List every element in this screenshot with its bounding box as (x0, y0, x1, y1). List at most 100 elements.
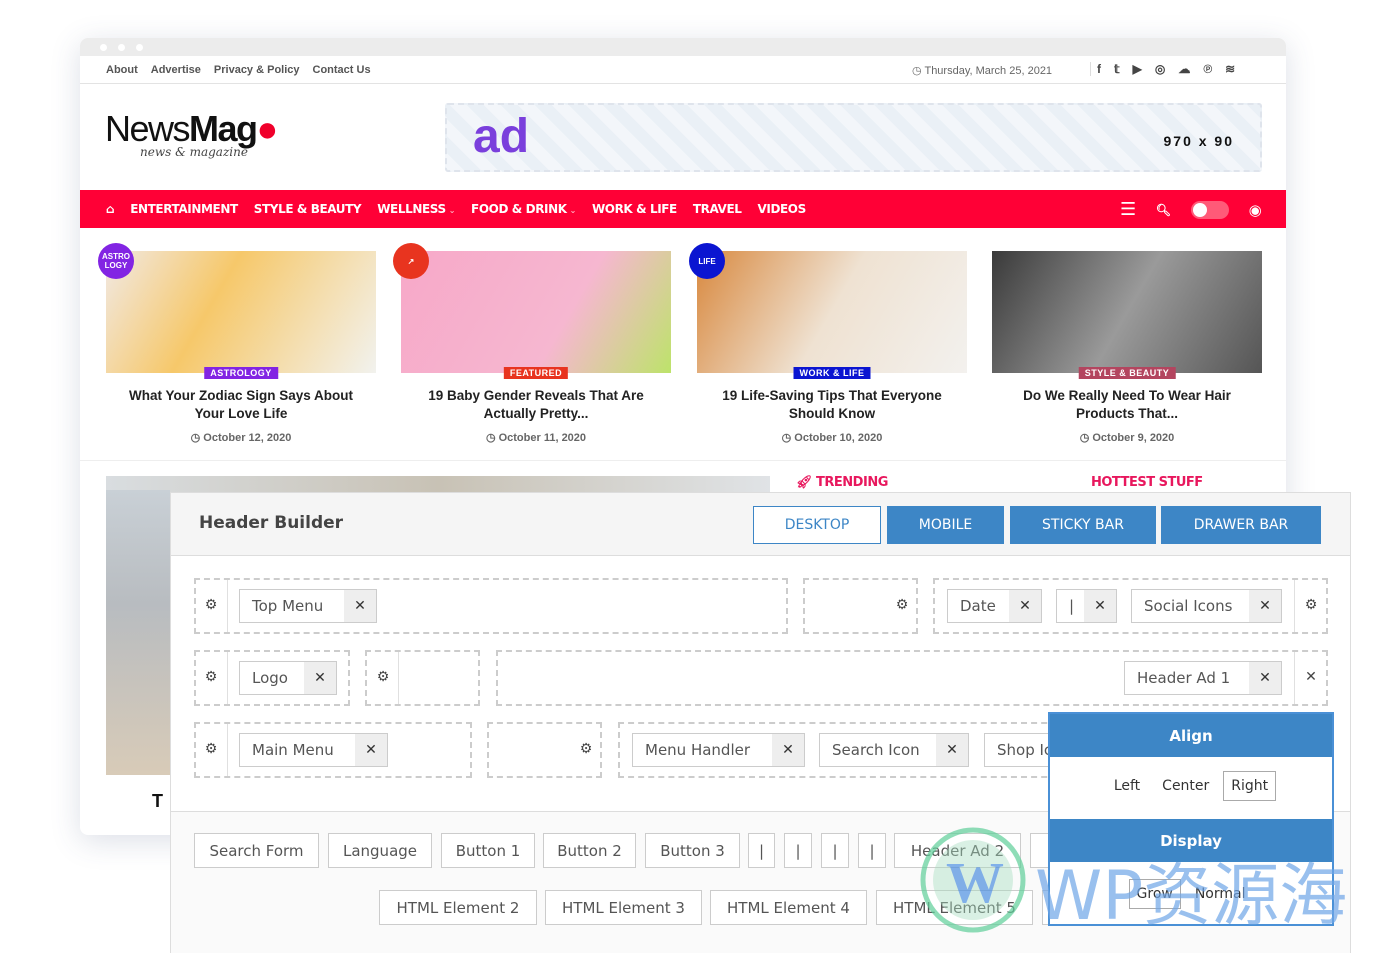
nav-item[interactable]: FOOD & DRINK ⌄ (471, 202, 576, 216)
nav-item[interactable]: TRAVEL (693, 202, 742, 216)
gear-icon[interactable]: ⚙ (202, 597, 220, 613)
category-badge[interactable]: ASTROLOGY (204, 367, 278, 379)
gear-icon[interactable]: ⚙ (202, 669, 220, 685)
article-card[interactable]: STYLE & BEAUTY Do We Really Need To Wear … (992, 251, 1262, 444)
tab-mobile[interactable]: MOBILE (887, 506, 1004, 544)
instagram-icon[interactable]: ◎ (1155, 62, 1165, 76)
drop-zone[interactable]: ⚙ (487, 722, 602, 778)
window-dot[interactable] (118, 44, 125, 51)
gear-icon[interactable]: ⚙ (202, 741, 220, 757)
element-chip[interactable]: Search Icon ✕ (819, 733, 969, 767)
window-dot[interactable] (100, 44, 107, 51)
article-image[interactable]: STYLE & BEAUTY (992, 251, 1262, 379)
drop-zone[interactable]: ⚙ (803, 578, 918, 634)
available-element[interactable]: Button 2 (543, 833, 636, 868)
gear-icon[interactable]: ⚙ (577, 741, 595, 757)
soundcloud-icon[interactable]: ☁ (1178, 62, 1190, 76)
window-dot[interactable] (136, 44, 143, 51)
category-badge[interactable]: STYLE & BEAUTY (1078, 367, 1176, 379)
available-element[interactable]: HTML Element 2 (379, 890, 537, 925)
hamburger-menu-icon[interactable]: ☰ (1120, 199, 1136, 220)
tab-sticky-bar[interactable]: STICKY BAR (1010, 506, 1156, 544)
drop-zone[interactable]: Date ✕ | ✕ Social Icons ✕ ⚙ (933, 578, 1328, 634)
category-badge[interactable]: WORK & LIFE (793, 367, 871, 379)
youtube-icon[interactable]: ▶ (1133, 62, 1142, 76)
article-card[interactable]: ↗ FEATURED 19 Baby Gender Reveals That Are… (393, 243, 671, 444)
close-icon[interactable]: ✕ (355, 734, 387, 766)
dark-mode-toggle[interactable] (1190, 200, 1229, 219)
element-chip[interactable]: Date ✕ (947, 589, 1042, 623)
close-icon[interactable]: ✕ (936, 734, 968, 766)
top-link[interactable]: Contact Us (313, 64, 371, 76)
element-chip[interactable]: Menu Handler ✕ (632, 733, 805, 767)
close-icon[interactable]: ✕ (344, 590, 376, 622)
nav-item[interactable]: WORK & LIFE (592, 202, 677, 216)
category-badge[interactable]: FEATURED (503, 367, 569, 379)
article-image[interactable]: ASTRO LOGY ASTROLOGY (98, 243, 376, 379)
search-icon[interactable]: 🔍︎ (1156, 203, 1171, 217)
close-icon[interactable]: ✕ (1084, 590, 1116, 622)
available-element[interactable]: Search Form (194, 833, 319, 868)
top-link[interactable]: Privacy & Policy (214, 64, 300, 76)
available-element[interactable]: Language (328, 833, 432, 868)
element-chip[interactable]: Top Menu ✕ (239, 589, 377, 623)
home-icon[interactable]: ⌂ (106, 202, 115, 216)
drop-zone[interactable]: Header Ad 1 ✕ ✕ (496, 650, 1328, 706)
nav-item[interactable]: WELLNESS ⌄ (377, 202, 455, 216)
gear-icon[interactable]: ⚙ (1302, 597, 1320, 613)
top-link[interactable]: Advertise (151, 64, 201, 76)
article-title[interactable]: 19 Life-Saving Tips That Everyone Should… (697, 387, 967, 423)
close-icon[interactable]: ✕ (1249, 662, 1281, 694)
tab-desktop[interactable]: DESKTOP (753, 506, 881, 544)
nav-item[interactable]: VIDEOS (758, 202, 807, 216)
available-element[interactable]: | (748, 833, 775, 868)
rss-icon[interactable]: ≋ (1225, 62, 1235, 76)
article-image[interactable]: LIFE WORK & LIFE (689, 243, 967, 379)
available-element[interactable]: Button 1 (441, 833, 535, 868)
twitter-icon[interactable]: 𝕥 (1114, 62, 1120, 76)
close-icon[interactable]: ✕ (1249, 590, 1281, 622)
available-element[interactable]: HTML Element 5 (876, 890, 1033, 925)
drop-zone[interactable]: ⚙ Main Menu ✕ (194, 722, 472, 778)
available-element[interactable]: Header Ad 2 (894, 833, 1021, 868)
close-icon[interactable]: ✕ (1302, 669, 1320, 685)
article-card[interactable]: ASTRO LOGY ASTROLOGY What Your Zodiac Sign… (98, 243, 376, 444)
site-logo[interactable]: NewsMag● (105, 108, 278, 150)
article-card[interactable]: LIFE WORK & LIFE 19 Life-Saving Tips That … (689, 243, 967, 444)
element-chip[interactable]: Logo ✕ (239, 661, 337, 695)
available-element[interactable]: | (858, 833, 886, 868)
close-icon[interactable]: ✕ (772, 734, 804, 766)
close-icon[interactable]: ✕ (304, 662, 336, 694)
element-chip[interactable]: Main Menu ✕ (239, 733, 388, 767)
display-option-normal[interactable]: Normal (1187, 879, 1254, 909)
align-option-left[interactable]: Left (1106, 771, 1148, 801)
element-chip[interactable]: | ✕ (1056, 589, 1117, 623)
user-icon[interactable]: ◉ (1249, 201, 1262, 219)
element-chip[interactable]: Header Ad 1 ✕ (1124, 661, 1282, 695)
article-title[interactable]: What Your Zodiac Sign Says About Your Lo… (106, 387, 376, 423)
display-option-grow[interactable]: Grow (1128, 879, 1181, 909)
drop-zone[interactable]: ⚙ Top Menu ✕ (194, 578, 788, 634)
article-title[interactable]: Do We Really Need To Wear Hair Products … (992, 387, 1262, 423)
align-option-right[interactable]: Right (1223, 771, 1277, 801)
article-image[interactable]: ↗ FEATURED (393, 243, 671, 379)
drop-zone[interactable]: ⚙ (365, 650, 480, 706)
available-element[interactable]: HTML Element 4 (710, 890, 867, 925)
drop-zone[interactable]: ⚙ Logo ✕ (194, 650, 350, 706)
nav-item[interactable]: ENTERTAINMENT (130, 202, 238, 216)
gear-icon[interactable]: ⚙ (893, 597, 911, 613)
available-element[interactable]: HTML Element 3 (545, 890, 702, 925)
align-option-center[interactable]: Center (1154, 771, 1217, 801)
tab-drawer-bar[interactable]: DRAWER BAR (1161, 506, 1321, 544)
nav-item[interactable]: STYLE & BEAUTY (254, 202, 362, 216)
pinterest-icon[interactable]: ℗ (1203, 62, 1212, 76)
available-element[interactable]: | (784, 833, 812, 868)
element-chip[interactable]: Social Icons ✕ (1131, 589, 1282, 623)
facebook-icon[interactable]: f (1097, 62, 1101, 76)
article-title[interactable]: 19 Baby Gender Reveals That Are Actually… (401, 387, 671, 423)
close-icon[interactable]: ✕ (1009, 590, 1041, 622)
available-element[interactable]: Button 3 (645, 833, 740, 868)
available-element[interactable]: | (821, 833, 849, 868)
ad-banner[interactable]: ad 970 x 90 (445, 103, 1262, 172)
top-link[interactable]: About (106, 64, 138, 76)
